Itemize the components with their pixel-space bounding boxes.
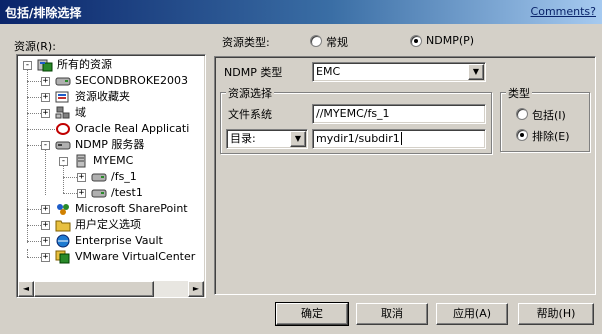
expand-toggle[interactable]: + <box>41 93 50 102</box>
path-type-select[interactable]: 目录: ▼ <box>226 129 308 149</box>
expand-toggle[interactable]: + <box>77 189 86 198</box>
exclude-radio[interactable] <box>516 129 528 141</box>
scroll-thumb[interactable] <box>34 281 154 297</box>
tree-item-label: Enterprise Vault <box>75 234 163 247</box>
tree-item-vmware[interactable]: + VMware VirtualCenter <box>17 249 205 265</box>
help-button[interactable]: 帮助(H) <box>518 303 594 325</box>
directory-field[interactable]: mydir1/subdir1​ <box>312 129 486 149</box>
volume-icon <box>91 170 107 184</box>
tree-item-label: /fs_1 <box>111 170 137 183</box>
ndmp-type-label: NDMP 类型 <box>224 66 283 79</box>
tree-item-favorites[interactable]: + 资源收藏夹 <box>17 89 205 105</box>
resource-selection-title: 资源选择 <box>226 85 274 101</box>
favorites-icon <box>55 90 71 104</box>
expand-toggle[interactable]: + <box>41 109 50 118</box>
include-label[interactable]: 包括(I) <box>532 107 566 123</box>
resource-type-normal-radio[interactable] <box>310 35 322 47</box>
comments-link[interactable]: Comments? <box>531 5 596 18</box>
tree-item-ndmp-servers[interactable]: - NDMP 服务器 <box>17 137 205 153</box>
resource-type-normal-label[interactable]: 常规 <box>326 34 348 50</box>
collapse-toggle[interactable]: - <box>41 141 50 150</box>
include-radio[interactable] <box>516 108 528 120</box>
ok-button[interactable]: 确定 <box>275 302 349 326</box>
tree-item-label: Oracle Real Applicati <box>75 122 190 135</box>
tree-item-label: SECONDBROKE2003 <box>75 74 188 87</box>
collapse-toggle[interactable]: - <box>23 61 32 70</box>
resource-tree[interactable]: - 所有的资源 + SECONDBROKE2003 + 资源收藏夹 + 域 Or… <box>16 54 206 298</box>
collapse-toggle[interactable]: - <box>59 157 68 166</box>
oracle-icon <box>55 122 71 136</box>
expand-toggle[interactable]: + <box>41 77 50 86</box>
tree-item-label: 资源收藏夹 <box>75 90 130 103</box>
expand-toggle[interactable]: + <box>77 173 86 182</box>
ndmp-type-select[interactable]: EMC ▼ <box>312 62 486 82</box>
tree-item-label: 所有的资源 <box>57 58 112 71</box>
tree-item-sharepoint[interactable]: + Microsoft SharePoint <box>17 201 205 217</box>
tree-item-label: VMware VirtualCenter <box>75 250 196 263</box>
expand-toggle[interactable]: + <box>41 253 50 262</box>
tree-item-secondbroke2003[interactable]: + SECONDBROKE2003 <box>17 73 205 89</box>
emc-server-icon <box>73 154 89 168</box>
sharepoint-icon <box>55 202 71 216</box>
resource-type-label: 资源类型: <box>222 36 270 49</box>
user-defined-icon <box>55 218 71 232</box>
tree-item-all-resources[interactable]: - 所有的资源 <box>17 57 205 73</box>
tree-item-label: 域 <box>75 106 86 119</box>
filesystem-label: 文件系统 <box>228 108 272 121</box>
exclude-label[interactable]: 排除(E) <box>532 128 570 144</box>
path-type-value: 目录: <box>230 132 256 145</box>
chevron-down-icon[interactable]: ▼ <box>468 64 484 80</box>
type-group-title: 类型 <box>506 85 532 101</box>
chevron-down-icon[interactable]: ▼ <box>290 131 306 147</box>
scroll-right-button[interactable]: ► <box>188 281 204 297</box>
resource-type-ndmp-label[interactable]: NDMP(P) <box>426 34 474 47</box>
tree-item-label: NDMP 服务器 <box>75 138 145 151</box>
tree-item-label: MYEMC <box>93 154 134 167</box>
expand-toggle[interactable]: + <box>41 237 50 246</box>
tree-item-test1[interactable]: + /test1 <box>17 185 205 201</box>
expand-toggle[interactable]: + <box>41 205 50 214</box>
text-cursor: ​ <box>400 132 402 145</box>
cancel-button[interactable]: 取消 <box>356 303 428 325</box>
tree-item-enterprise-vault[interactable]: + Enterprise Vault <box>17 233 205 249</box>
tree-item-label: 用户定义选项 <box>75 218 141 231</box>
title-bar[interactable]: 包括/排除选择 Comments? <box>0 0 602 24</box>
tree-item-label: Microsoft SharePoint <box>75 202 188 215</box>
domain-icon <box>55 106 71 120</box>
ndmp-type-value: EMC <box>316 65 341 78</box>
tree-item-domain[interactable]: + 域 <box>17 105 205 121</box>
vmware-icon <box>55 250 71 264</box>
tree-item-fs1[interactable]: + /fs_1 <box>17 169 205 185</box>
tree-horizontal-scrollbar[interactable]: ◄ ► <box>18 281 204 297</box>
expand-toggle[interactable]: + <box>41 221 50 230</box>
window-title: 包括/排除选择 <box>5 6 82 20</box>
resources-label: 资源(R): <box>14 40 56 53</box>
all-resources-icon <box>37 58 53 72</box>
tree-item-oracle[interactable]: Oracle Real Applicati <box>17 121 205 137</box>
ndmp-server-icon <box>55 138 71 152</box>
tree-item-user-defined[interactable]: + 用户定义选项 <box>17 217 205 233</box>
scroll-left-button[interactable]: ◄ <box>18 281 34 297</box>
tree-item-myemc[interactable]: - MYEMC <box>17 153 205 169</box>
directory-value: mydir1/subdir1 <box>316 132 400 145</box>
tree-item-label: /test1 <box>111 186 143 199</box>
enterprise-vault-icon <box>55 234 71 248</box>
apply-button[interactable]: 应用(A) <box>436 303 508 325</box>
filesystem-field[interactable]: //MYEMC/fs_1 <box>312 104 486 124</box>
volume-icon <box>91 186 107 200</box>
resource-type-ndmp-radio[interactable] <box>410 35 422 47</box>
server-drive-icon <box>55 74 71 88</box>
